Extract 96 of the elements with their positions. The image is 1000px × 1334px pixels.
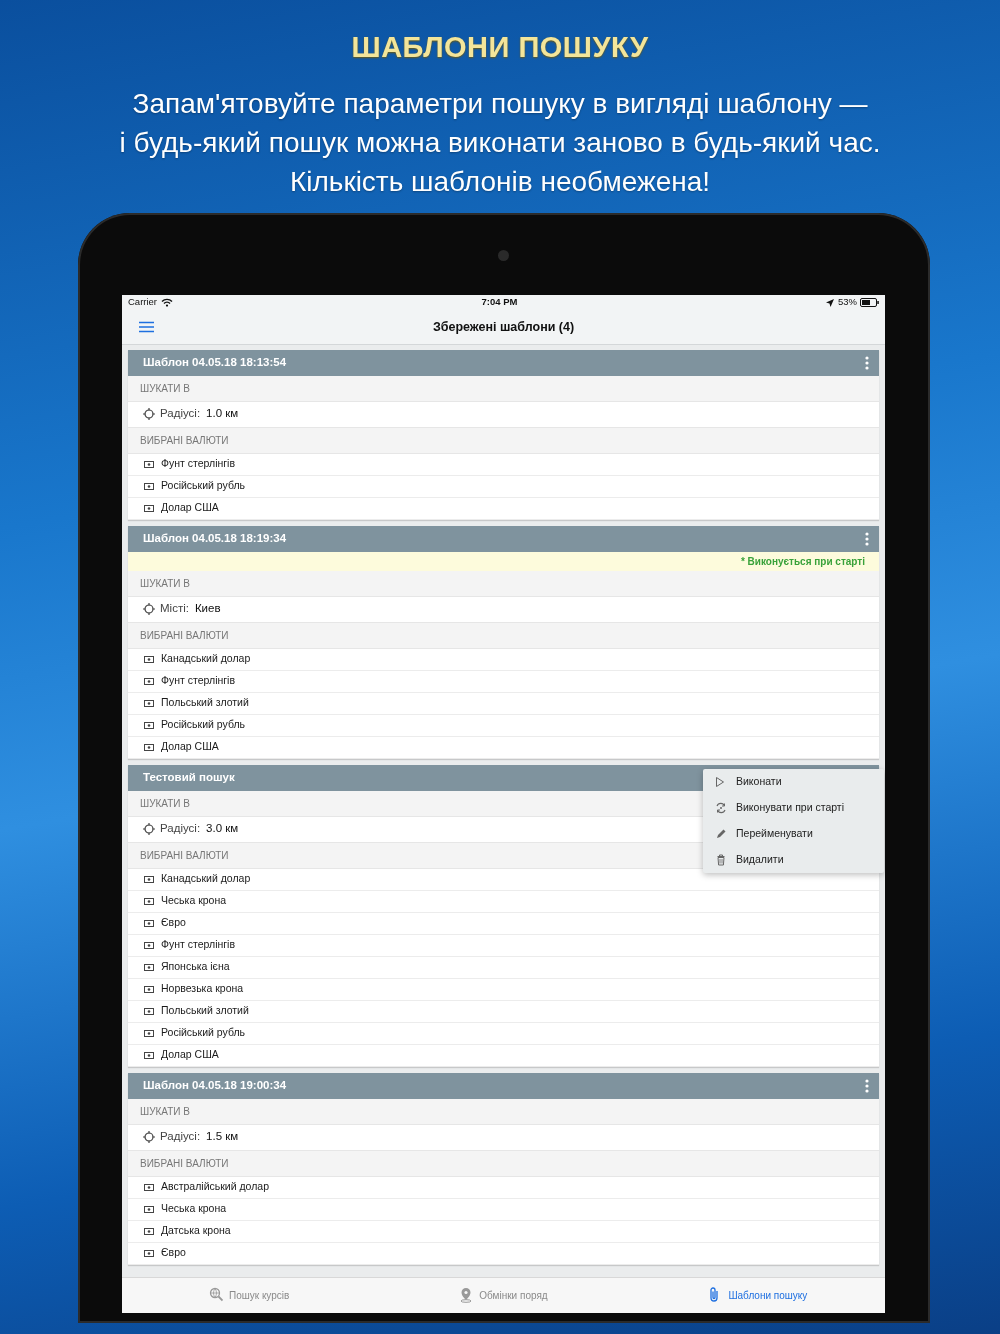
banknote-icon	[144, 743, 154, 751]
banknote-icon	[144, 504, 154, 512]
crosshair-icon	[143, 408, 155, 420]
search-value: 3.0 км	[206, 821, 239, 837]
battery-percent: 53%	[838, 295, 857, 310]
template-title: Шаблон 04.05.18 18:13:54	[143, 354, 287, 370]
currency-name: Євро	[161, 1245, 186, 1261]
sync-icon	[715, 801, 727, 814]
banknote-icon	[144, 919, 154, 927]
template-title: Тестовий пошук	[143, 769, 235, 785]
currency-name: Фунт стерлінгів	[161, 456, 236, 472]
battery-icon	[860, 298, 879, 307]
currency-name: Фунт стерлінгів	[161, 937, 236, 953]
banknote-icon	[144, 655, 154, 663]
banknote-icon	[144, 1249, 154, 1257]
banknote-icon	[144, 1007, 154, 1015]
carrier-label: Carrier	[128, 295, 158, 310]
search-value: 1.0 км	[206, 406, 239, 422]
banknote-icon	[144, 963, 154, 971]
currency-name: Датська крона	[161, 1223, 231, 1239]
banknote-icon	[144, 482, 154, 490]
banknote-icon	[144, 1227, 154, 1235]
currency-name: Японська ієна	[161, 959, 230, 975]
banknote-icon	[144, 1029, 154, 1037]
camera-icon	[498, 249, 509, 261]
currency-name: Долар США	[161, 739, 219, 755]
menu-item[interactable]: Видалити	[703, 846, 884, 873]
wifi-icon	[161, 298, 174, 307]
currency-name: Норвезька крона	[161, 981, 244, 997]
more-icon	[865, 355, 869, 370]
promo-text: Запам'ятовуйте параметри пошуку в вигляді шаблону — і будь-який пошук можна виконати заново в будь-який час. Кількість шаблонів необмежена!	[118, 86, 882, 199]
section-label: ШУКАТИ В	[140, 576, 190, 591]
section-label: ШУКАТИ В	[140, 1104, 190, 1119]
currency-name: Австралійський долар	[161, 1179, 270, 1195]
pencil-icon	[715, 827, 727, 840]
search-field-label: Місті:	[160, 601, 189, 617]
search-field-label: Радіусі:	[160, 821, 201, 837]
banknote-icon	[144, 677, 154, 685]
currency-name: Польський злотий	[161, 1003, 249, 1019]
section-label: ВИБРАНІ ВАЛЮТИ	[140, 628, 229, 643]
play-icon	[715, 775, 727, 788]
section-label: ВИБРАНІ ВАЛЮТИ	[140, 1156, 229, 1171]
currency-name: Канадський долар	[161, 871, 251, 887]
currency-name: Російський рубль	[161, 717, 246, 733]
more-button[interactable]	[865, 531, 871, 546]
tab-item[interactable]: Шаблони пошуку	[630, 1277, 885, 1313]
more-button[interactable]	[865, 355, 871, 370]
menu-item[interactable]: Виконувати при старті	[703, 794, 884, 821]
currency-name: Долар США	[161, 500, 219, 516]
banknote-icon	[144, 1183, 154, 1191]
banknote-icon	[144, 721, 154, 729]
more-button[interactable]	[865, 1078, 871, 1093]
search-value: Киев	[194, 601, 221, 617]
section-label: ВИБРАНІ ВАЛЮТИ	[140, 848, 229, 863]
banknote-icon	[144, 897, 154, 905]
crosshair-icon	[143, 1131, 155, 1143]
section-label: ШУКАТИ В	[140, 796, 190, 811]
banknote-icon	[144, 1205, 154, 1213]
search-value: 1.5 км	[206, 1129, 239, 1145]
search-icon	[208, 1287, 223, 1303]
more-icon	[865, 531, 869, 546]
currency-name: Російський рубль	[161, 1025, 246, 1041]
menu-item[interactable]: Перейменувати	[703, 820, 884, 847]
currency-name: Польський злотий	[161, 695, 249, 711]
banknote-icon	[144, 699, 154, 707]
banknote-icon	[144, 941, 154, 949]
promo-title: ШАБЛОНИ ПОШУКУ	[350, 30, 650, 65]
location-arrow-icon	[826, 298, 834, 307]
template-title: Шаблон 04.05.18 18:19:34	[143, 530, 287, 546]
autostart-notice: * Виконується при старті	[740, 554, 865, 569]
currency-name: Чеська крона	[161, 1201, 227, 1217]
banknote-icon	[144, 1051, 154, 1059]
trash-icon	[715, 853, 727, 866]
template-title: Шаблон 04.05.18 19:00:34	[143, 1077, 287, 1093]
banknote-icon	[144, 460, 154, 468]
section-label: ШУКАТИ В	[140, 381, 190, 396]
currency-name: Фунт стерлінгів	[161, 673, 236, 689]
clock-time: 7:04 PM	[480, 295, 519, 310]
banknote-icon	[144, 985, 154, 993]
crosshair-icon	[143, 603, 155, 615]
menu-icon	[139, 321, 154, 333]
section-label: ВИБРАНІ ВАЛЮТИ	[140, 433, 229, 448]
search-field-label: Радіусі:	[160, 1129, 201, 1145]
menu-item[interactable]: Виконати	[703, 768, 884, 795]
currency-name: Чеська крона	[161, 893, 227, 909]
menu-button[interactable]	[139, 320, 154, 334]
screen-title: Збережені шаблони (4)	[432, 318, 575, 336]
banknote-icon	[144, 875, 154, 883]
currency-name: Євро	[161, 915, 186, 931]
search-field-label: Радіусі:	[160, 406, 201, 422]
currency-name: Російський рубль	[161, 478, 246, 494]
crosshair-icon	[143, 823, 155, 835]
currency-name: Канадський долар	[161, 651, 251, 667]
more-icon	[865, 1078, 869, 1093]
map-pin-icon	[459, 1287, 474, 1303]
currency-name: Долар США	[161, 1047, 219, 1063]
